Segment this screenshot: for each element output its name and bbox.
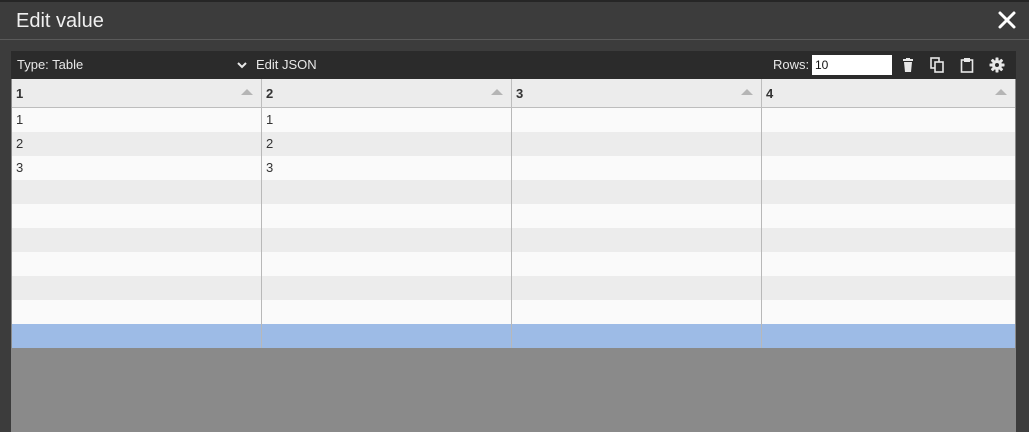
- dialog-titlebar: Edit value: [0, 2, 1029, 40]
- table-cell[interactable]: 1: [12, 108, 262, 132]
- type-select[interactable]: Type: Table: [17, 57, 247, 73]
- table-cell[interactable]: [762, 156, 1015, 180]
- table-cell[interactable]: [762, 180, 1015, 204]
- clipboard-icon[interactable]: [959, 57, 975, 73]
- table-cell[interactable]: [512, 180, 762, 204]
- table-row[interactable]: [12, 324, 1015, 348]
- table-cell[interactable]: [512, 108, 762, 132]
- table-cell[interactable]: 3: [12, 156, 262, 180]
- table-cell[interactable]: [262, 228, 512, 252]
- table-row[interactable]: [12, 180, 1015, 204]
- table-cell[interactable]: [762, 324, 1015, 348]
- table-row[interactable]: 33: [12, 156, 1015, 180]
- table-cell[interactable]: 1: [262, 108, 512, 132]
- table-cell[interactable]: [762, 300, 1015, 324]
- column-header[interactable]: 4: [762, 79, 1015, 107]
- table-cell[interactable]: [262, 252, 512, 276]
- table-cell[interactable]: 2: [262, 132, 512, 156]
- table-cell[interactable]: [12, 228, 262, 252]
- table-cell[interactable]: [12, 324, 262, 348]
- column-header-label: 1: [16, 86, 24, 101]
- column-header-label: 2: [266, 86, 274, 101]
- close-icon[interactable]: [997, 10, 1017, 30]
- table-cell[interactable]: [12, 252, 262, 276]
- table-cell[interactable]: [762, 132, 1015, 156]
- table-row[interactable]: 11: [12, 108, 1015, 132]
- table-cell[interactable]: [12, 204, 262, 228]
- edit-value-dialog: Edit value Type: Table Edit JSON Rows: 1…: [0, 0, 1029, 432]
- table-row[interactable]: [12, 276, 1015, 300]
- dialog-title: Edit value: [16, 10, 104, 32]
- table-row[interactable]: [12, 252, 1015, 276]
- table-cell[interactable]: [262, 276, 512, 300]
- type-select-label: Type: Table: [17, 57, 84, 72]
- table-cell[interactable]: [762, 228, 1015, 252]
- table-cell[interactable]: [12, 300, 262, 324]
- table-cell[interactable]: [512, 228, 762, 252]
- sort-arrow-icon[interactable]: [995, 89, 1007, 95]
- sort-arrow-icon[interactable]: [241, 89, 253, 95]
- table-cell[interactable]: [512, 156, 762, 180]
- column-header[interactable]: 2: [262, 79, 512, 107]
- table-cell[interactable]: [12, 276, 262, 300]
- table-cell[interactable]: [262, 324, 512, 348]
- table-header: 1 2 3 4: [12, 79, 1015, 108]
- table-toolbar: Type: Table Edit JSON Rows:: [11, 51, 1016, 79]
- column-header[interactable]: 3: [512, 79, 762, 107]
- table-row[interactable]: [12, 204, 1015, 228]
- table-cell[interactable]: [762, 276, 1015, 300]
- table-row[interactable]: [12, 300, 1015, 324]
- table-cell[interactable]: [512, 324, 762, 348]
- column-header-label: 3: [516, 86, 524, 101]
- table-cell[interactable]: [762, 252, 1015, 276]
- table-cell[interactable]: 3: [262, 156, 512, 180]
- table-cell[interactable]: [512, 300, 762, 324]
- table-cell[interactable]: [12, 180, 262, 204]
- table-cell[interactable]: [512, 132, 762, 156]
- chevron-down-icon: [237, 62, 247, 69]
- sort-arrow-icon[interactable]: [741, 89, 753, 95]
- gear-icon[interactable]: [989, 57, 1005, 73]
- column-header[interactable]: 1: [12, 79, 262, 107]
- table-cell[interactable]: [262, 204, 512, 228]
- edit-json-button[interactable]: Edit JSON: [256, 57, 317, 73]
- table-cell[interactable]: [262, 300, 512, 324]
- table-row[interactable]: [12, 228, 1015, 252]
- sort-arrow-icon[interactable]: [491, 89, 503, 95]
- table-row[interactable]: 22: [12, 132, 1015, 156]
- data-table: 1234 112233: [12, 79, 1015, 348]
- table-cell[interactable]: [262, 180, 512, 204]
- table-cell[interactable]: [512, 204, 762, 228]
- table-cell[interactable]: [512, 276, 762, 300]
- rows-input[interactable]: [812, 55, 892, 75]
- copy-icon[interactable]: [929, 57, 945, 73]
- table-cell[interactable]: 2: [12, 132, 262, 156]
- table-cell[interactable]: [762, 204, 1015, 228]
- column-header-label: 4: [766, 86, 774, 101]
- rows-label: Rows:: [773, 57, 810, 72]
- trash-icon[interactable]: [900, 57, 916, 73]
- table-editor-panel: Type: Table Edit JSON Rows: 10 1 2 3 4 1…: [11, 51, 1016, 432]
- table-body: 112233: [12, 108, 1015, 348]
- table-cell[interactable]: [762, 108, 1015, 132]
- table-cell[interactable]: [512, 252, 762, 276]
